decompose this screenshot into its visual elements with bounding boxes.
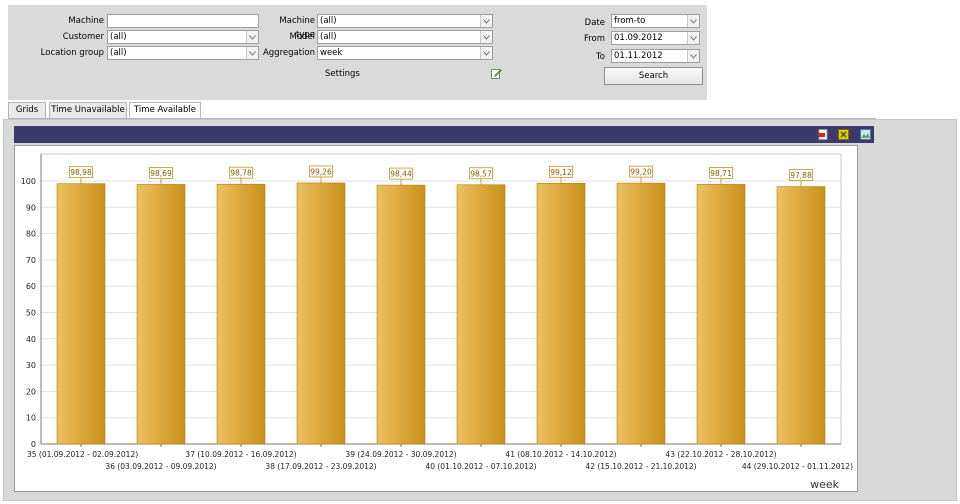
from-date-input[interactable]: 01.09.2012 [611,31,700,45]
machine-input[interactable] [107,14,259,28]
y-tick-label: 20 [26,387,36,396]
to-date-input[interactable]: 01.11.2012 [611,49,700,63]
chevron-down-icon[interactable] [480,15,492,27]
bar [616,182,666,445]
y-tick-label: 100 [21,177,36,186]
edit-settings-icon[interactable] [491,68,502,79]
data-label: 98,98 [70,168,92,177]
bar-chart: 0 10 20 30 40 50 60 70 80 90 100 98,98 35 (01.09.201… [21,153,853,491]
x-category-label: 43 (22.10.2012 - 28.10.2012) [665,450,776,459]
x-category-label: 38 (17.09.2012 - 23.09.2012) [265,462,376,471]
data-label: 99,26 [310,167,332,176]
aggregation-label: Aggregation [262,48,315,58]
tab-grids[interactable]: Grids [8,102,46,119]
chart-toolbar [14,126,874,143]
settings-label: Settings [325,69,360,79]
from-date-value: 01.09.2012 [614,33,663,43]
bar [296,182,346,445]
chevron-down-icon[interactable] [687,50,699,62]
location-group-select[interactable]: (all) [107,46,259,60]
from-label: From [583,34,605,44]
chevron-down-icon[interactable] [687,15,699,27]
to-date-value: 01.11.2012 [614,51,663,61]
y-tick-label: 90 [26,203,36,212]
machine-type-select[interactable]: (all) [317,14,493,28]
tab-time-unavailable[interactable]: Time Unavailable [49,102,127,119]
machine-label: Machine [68,16,104,26]
model-select-value: (all) [320,32,337,42]
chevron-down-icon[interactable] [246,31,258,43]
x-category-label: 41 (08.10.2012 - 14.10.2012) [505,450,616,459]
chevron-down-icon[interactable] [246,47,258,59]
search-button[interactable]: Search [604,67,703,85]
date-mode-select[interactable]: from-to [611,14,700,28]
y-tick-label: 60 [26,282,36,291]
x-axis-title: week [810,478,840,491]
chart-frame: 0 10 20 30 40 50 60 70 80 90 100 98,98 35 (01.09.201… [14,145,858,492]
chevron-down-icon[interactable] [687,32,699,44]
x-category-label: 35 (01.09.2012 - 02.09.2012) [27,450,138,459]
image-export-icon[interactable] [860,129,871,140]
y-tick-label: 0 [31,440,36,449]
bar [376,184,426,445]
x-category-label: 40 (01.10.2012 - 07.10.2012) [425,462,536,471]
model-select[interactable]: (all) [317,30,493,44]
machine-type-select-value: (all) [320,16,337,26]
cropped-top-text [0,0,960,4]
bar [536,183,586,445]
bar [136,184,186,445]
data-label: 98,57 [470,169,492,178]
customer-select-value: (all) [110,32,127,42]
aggregation-select-value: week [320,48,343,58]
data-label: 98,44 [390,170,412,179]
bar [456,184,506,445]
y-tick-label: 70 [26,256,36,265]
data-label: 99,12 [550,168,572,177]
customer-label: Customer [62,32,104,42]
x-category-label: 36 (03.09.2012 - 09.09.2012) [105,462,216,471]
x-category-label: 37 (10.09.2012 - 16.09.2012) [185,450,296,459]
x-category-label: 39 (24.09.2012 - 30.09.2012) [345,450,456,459]
data-label: 98,69 [150,169,172,178]
y-tick-label: 80 [26,230,36,239]
data-label: 97,88 [790,171,812,180]
customer-select[interactable]: (all) [107,30,259,44]
x-category-label: 44 (29.10.2012 - 01.11.2012) [742,462,853,471]
location-group-label: Location group [40,48,104,58]
bar [776,186,826,445]
y-tick-label: 30 [26,361,36,370]
y-tick-label: 10 [26,414,36,423]
date-mode-select-value: from-to [614,16,646,26]
bar [696,184,746,445]
data-label: 98,78 [230,169,252,178]
model-label: Model [289,32,315,42]
pdf-export-icon[interactable] [818,129,829,140]
y-tick-label: 40 [26,335,36,344]
chevron-down-icon[interactable] [480,47,492,59]
chevron-down-icon[interactable] [480,31,492,43]
filter-panel: Machine Customer (all) Location group (a… [8,5,707,100]
bar [56,183,106,445]
data-label: 99,20 [630,168,652,177]
bar [216,183,266,445]
x-category-label: 42 (15.10.2012 - 21.10.2012) [585,462,696,471]
y-tick-label: 50 [26,309,36,318]
data-label: 98,71 [710,169,732,178]
aggregation-select[interactable]: week [317,46,493,60]
location-group-select-value: (all) [110,48,127,58]
excel-export-icon[interactable] [838,129,849,140]
to-label: To [596,52,605,62]
date-label: Date [584,18,605,28]
